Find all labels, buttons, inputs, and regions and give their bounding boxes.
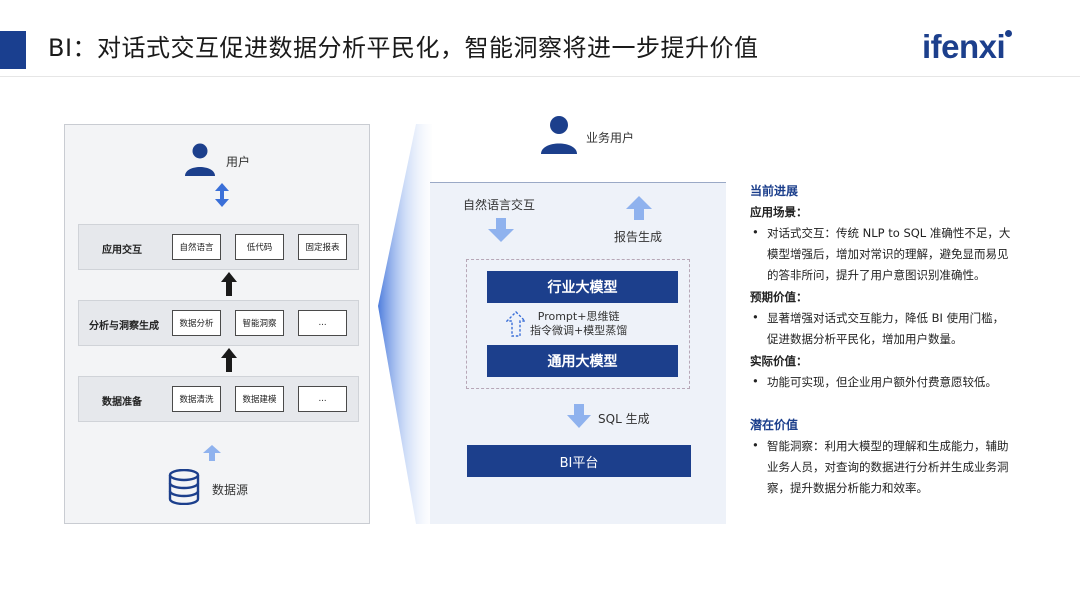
title-accent-bar <box>0 31 26 69</box>
bi-platform-bar: BI平台 <box>467 445 691 477</box>
user-icon <box>185 143 215 176</box>
expected-line: 显著增强对话式交互能力，降低 BI 使用门槛， <box>767 311 1005 325</box>
layer-label: 分析与洞察生成 <box>89 321 159 332</box>
industry-model-bar: 行业大模型 <box>487 271 678 303</box>
expected-line: 促进数据分析平民化，增加用户数量。 <box>767 332 963 346</box>
up-arrow-icon <box>221 272 237 296</box>
scenario-subheading: 应用场景： <box>750 205 808 219</box>
scenario-line: 模型增强后，增加对常识的理解，避免显而易见 <box>767 247 1009 261</box>
nl-interaction-label: 自然语言交互 <box>463 198 536 212</box>
general-model-bar: 通用大模型 <box>487 345 678 377</box>
user-label: 用户 <box>226 155 251 169</box>
down-arrow-icon <box>488 218 514 242</box>
panel-top-line <box>430 182 726 183</box>
bidirectional-arrow-icon <box>215 183 229 207</box>
zoom-funnel <box>378 124 432 524</box>
bullet: • <box>752 225 759 239</box>
database-icon <box>168 469 200 505</box>
current-progress-heading: 当前进展 <box>750 184 799 198</box>
chip-more: ... <box>298 310 347 336</box>
page-title: BI：对话式交互促进数据分析平民化，智能洞察将进一步提升价值 <box>48 34 759 62</box>
chip-data-cleaning: 数据清洗 <box>172 386 221 412</box>
finetune-method-label: Prompt+思维链 指令微调+模型蒸馏 <box>530 310 628 337</box>
datasource-label: 数据源 <box>212 483 249 497</box>
bullet: • <box>752 374 759 388</box>
hollow-up-arrow-icon <box>506 311 526 337</box>
potential-line: 察，提升数据分析能力和效率。 <box>767 481 928 495</box>
potential-value-heading: 潜在价值 <box>750 418 799 432</box>
sql-generation-label: SQL 生成 <box>598 412 650 426</box>
expected-value-subheading: 预期价值： <box>750 290 808 304</box>
ifenxi-logo: ifenxi <box>922 28 1012 66</box>
chip-natural-language: 自然语言 <box>172 234 221 260</box>
down-arrow-icon <box>567 404 591 428</box>
up-arrow-icon <box>626 196 652 220</box>
up-arrow-icon <box>203 445 221 461</box>
chip-more: ... <box>298 386 347 412</box>
logo-dot-icon <box>1005 30 1012 37</box>
chip-fixed-report: 固定报表 <box>298 234 347 260</box>
potential-line: 智能洞察：利用大模型的理解和生成能力，辅助 <box>767 439 1009 453</box>
scenario-line: 对话式交互：传统 NLP to SQL 准确性不足，大 <box>767 226 1011 240</box>
scenario-line: 的答非所问，提升了用户意图识别准确性。 <box>767 268 986 282</box>
chip-data-modeling: 数据建模 <box>235 386 284 412</box>
bullet: • <box>752 310 759 324</box>
chip-smart-insight: 智能洞察 <box>235 310 284 336</box>
layer-label: 数据准备 <box>102 397 142 408</box>
bullet: • <box>752 438 759 452</box>
business-user-icon <box>541 116 577 154</box>
header-divider <box>0 76 1080 77</box>
business-user-label: 业务用户 <box>586 131 635 145</box>
actual-value-subheading: 实际价值： <box>750 354 808 368</box>
actual-line: 功能可实现，但企业用户额外付费意愿较低。 <box>767 375 997 389</box>
report-generation-label: 报告生成 <box>614 230 663 244</box>
potential-line: 业务人员，对查询的数据进行分析并生成业务洞 <box>767 460 1009 474</box>
chip-low-code: 低代码 <box>235 234 284 260</box>
up-arrow-icon <box>221 348 237 372</box>
layer-label: 应用交互 <box>102 245 142 256</box>
chip-data-analysis: 数据分析 <box>172 310 221 336</box>
